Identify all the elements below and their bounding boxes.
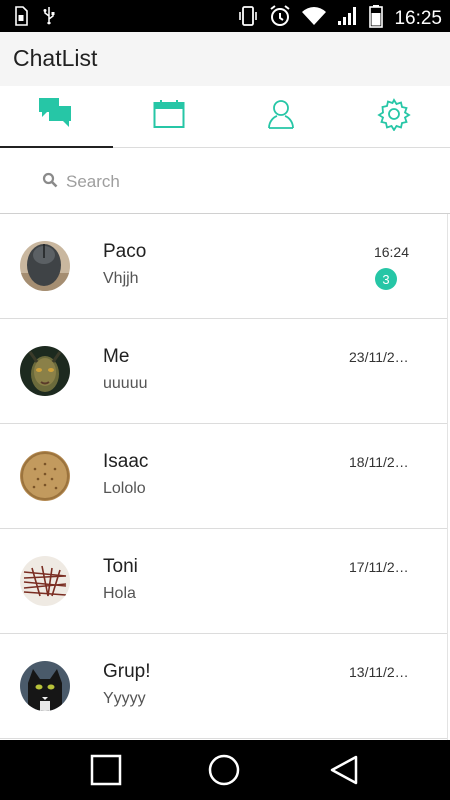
chat-last-message: Vhjjh [103, 270, 139, 287]
tab-contacts[interactable] [225, 86, 338, 147]
chat-name: Toni [103, 556, 138, 577]
chat-name: Grup! [103, 661, 151, 682]
avatar [20, 661, 70, 711]
app-bar: ChatList [0, 32, 450, 86]
chat-time: 13/11/2015 [349, 664, 409, 680]
app-title: ChatList [13, 45, 98, 71]
chat-time: 17/11/2015 [349, 559, 409, 575]
tab-bar [0, 86, 450, 148]
search-input[interactable] [66, 170, 366, 194]
avatar [20, 241, 70, 291]
status-time: 16:25 [394, 7, 442, 29]
chat-last-message: Yyyyy [103, 690, 146, 707]
home-icon[interactable] [208, 754, 240, 791]
signal-icon [336, 5, 360, 32]
contact-icon [267, 98, 295, 135]
vibrate-icon [237, 5, 259, 32]
usb-icon [42, 6, 56, 31]
chat-list: Paco Vhjjh 16:24 3 Me uuuuu 23/11/2015 I… [0, 214, 448, 740]
chat-time: 16:24 [373, 244, 409, 260]
tab-chats[interactable] [0, 86, 113, 148]
sim-card-icon [14, 6, 28, 31]
tab-calendar[interactable] [113, 86, 226, 147]
search-icon [42, 172, 58, 193]
search-bar [0, 148, 450, 214]
chat-last-message: Hola [103, 585, 136, 602]
settings-icon [377, 97, 411, 136]
chat-list-item[interactable]: Grup! Yyyyy 13/11/2015 [0, 634, 447, 739]
chat-list-item[interactable]: Me uuuuu 23/11/2015 [0, 319, 447, 424]
wifi-icon [301, 5, 327, 32]
tab-settings[interactable] [338, 86, 450, 147]
chat-icon [38, 97, 74, 136]
chat-list-item[interactable]: Isaac Lololo 18/11/2015 [0, 424, 447, 529]
chat-time: 23/11/2015 [349, 349, 409, 365]
avatar [20, 451, 70, 501]
chat-list-item[interactable]: Toni Hola 17/11/2015 [0, 529, 447, 634]
chat-name: Paco [103, 241, 147, 262]
chat-name: Me [103, 346, 130, 367]
avatar [20, 346, 70, 396]
chat-last-message: uuuuu [103, 375, 148, 392]
chat-list-item[interactable]: Paco Vhjjh 16:24 3 [0, 214, 447, 319]
chat-time: 18/11/2015 [349, 454, 409, 470]
recent-apps-icon[interactable] [90, 754, 122, 791]
battery-icon [369, 4, 384, 33]
navigation-bar [0, 740, 450, 800]
calendar-icon [153, 99, 185, 134]
unread-badge: 3 [375, 268, 397, 290]
avatar [20, 556, 70, 606]
back-icon[interactable] [328, 754, 360, 791]
status-bar: 16:25 [0, 0, 450, 32]
alarm-icon [268, 4, 292, 33]
chat-last-message: Lololo [103, 480, 146, 497]
chat-name: Isaac [103, 451, 149, 472]
